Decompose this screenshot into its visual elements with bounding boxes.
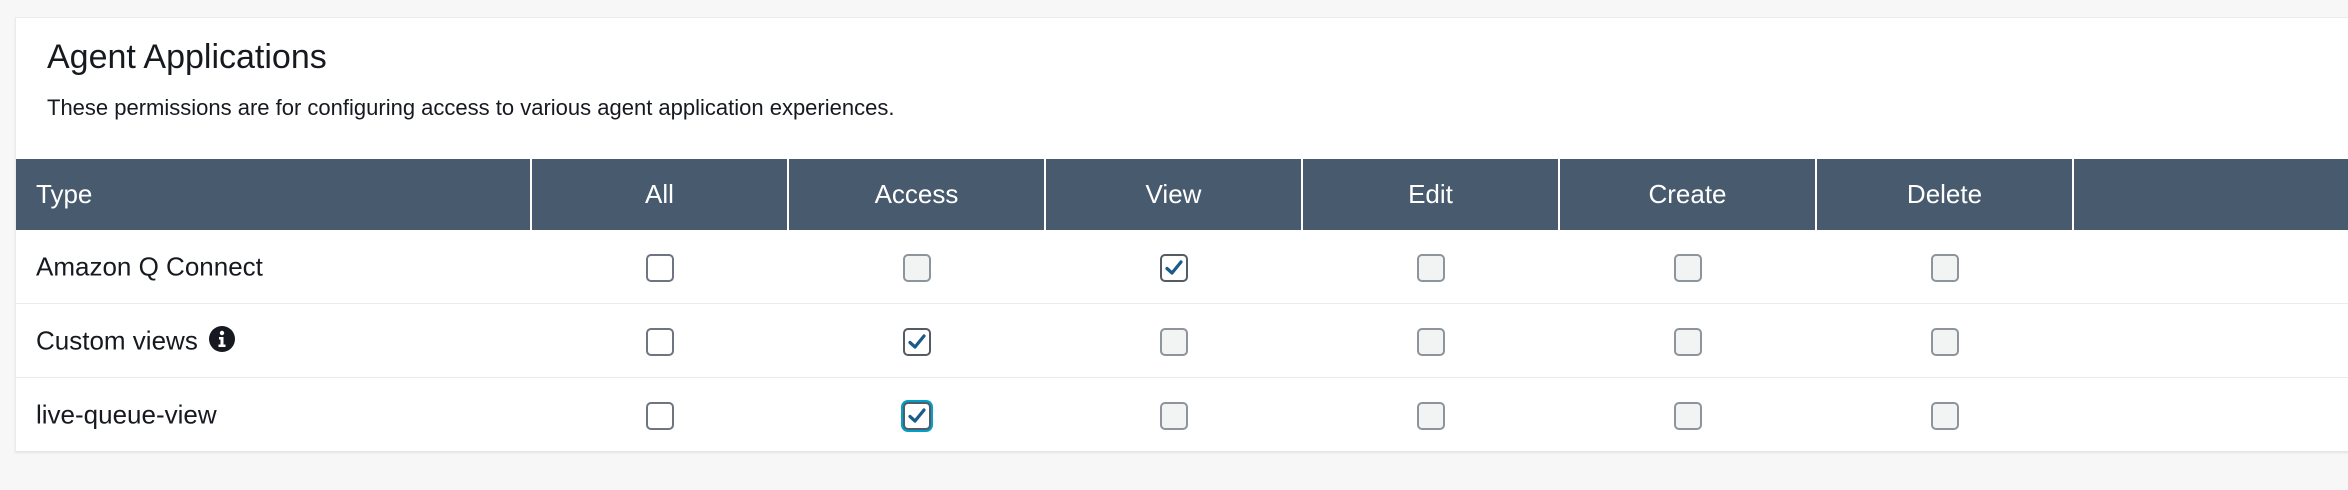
checkbox-delete[interactable] — [1930, 254, 1959, 283]
column-header-view: View — [1045, 159, 1303, 230]
permission-cell-all — [531, 230, 788, 304]
checkbox-edit[interactable] — [1416, 254, 1445, 283]
table-header-row: Type All Access View Edit Create Delete — [16, 159, 2348, 230]
checkbox-delete[interactable] — [1930, 402, 1959, 431]
permission-cell-all — [531, 378, 788, 452]
checkbox-access[interactable] — [902, 254, 931, 283]
agent-applications-panel: Agent Applications These permissions are… — [15, 17, 2348, 451]
checkmark-icon — [907, 408, 926, 423]
permission-cell-access — [788, 303, 1045, 378]
checkbox-all[interactable] — [645, 402, 674, 431]
checkbox-view[interactable] — [1159, 402, 1188, 431]
row-spacer-cell — [2073, 378, 2348, 452]
row-label: live-queue-view — [36, 399, 217, 430]
section-title: Agent Applications — [47, 38, 327, 76]
permission-cell-all — [531, 303, 788, 378]
column-header-all: All — [531, 159, 789, 230]
row-type-cell: Custom views — [16, 303, 531, 378]
row-type-cell: Amazon Q Connect — [16, 230, 531, 304]
permission-cell-delete — [1816, 230, 2073, 304]
column-header-delete: Delete — [1816, 159, 2074, 230]
permission-cell-view — [1045, 230, 1302, 304]
table-row: Custom views — [16, 303, 2348, 378]
permission-cell-edit — [1302, 303, 1559, 378]
checkbox-edit[interactable] — [1416, 328, 1445, 357]
table-row: Amazon Q Connect — [16, 230, 2348, 304]
permission-cell-create — [1559, 303, 1816, 378]
permission-cell-access — [788, 378, 1045, 452]
checkmark-icon — [907, 334, 926, 349]
column-header-spacer — [2073, 159, 2348, 230]
row-spacer-cell — [2073, 230, 2348, 304]
column-header-type: Type — [16, 159, 532, 230]
checkbox-access[interactable] — [902, 402, 931, 431]
checkbox-edit[interactable] — [1416, 402, 1445, 431]
permission-cell-view — [1045, 378, 1302, 452]
permission-cell-edit — [1302, 230, 1559, 304]
checkmark-icon — [1164, 260, 1183, 275]
column-header-access: Access — [788, 159, 1046, 230]
permission-cell-access — [788, 230, 1045, 304]
permission-cell-create — [1559, 230, 1816, 304]
permission-cell-edit — [1302, 378, 1559, 452]
checkbox-delete[interactable] — [1930, 328, 1959, 357]
checkbox-all[interactable] — [645, 328, 674, 357]
permission-cell-delete — [1816, 303, 2073, 378]
permission-cell-create — [1559, 378, 1816, 452]
checkbox-create[interactable] — [1673, 402, 1702, 431]
row-spacer-cell — [2073, 303, 2348, 378]
column-header-edit: Edit — [1302, 159, 1560, 230]
table-row: live-queue-view — [16, 378, 2348, 452]
row-label: Amazon Q Connect — [36, 251, 263, 282]
section-description: These permissions are for configuring ac… — [47, 95, 895, 120]
checkbox-create[interactable] — [1673, 328, 1702, 357]
permission-cell-view — [1045, 303, 1302, 378]
permissions-table: Type All Access View Edit Create Delete … — [16, 159, 2348, 451]
info-icon[interactable] — [208, 325, 236, 353]
checkbox-create[interactable] — [1673, 254, 1702, 283]
checkbox-access[interactable] — [902, 328, 931, 357]
column-header-create: Create — [1559, 159, 1817, 230]
row-type-cell: live-queue-view — [16, 378, 531, 452]
checkbox-view[interactable] — [1159, 254, 1188, 283]
permission-cell-delete — [1816, 378, 2073, 452]
row-label: Custom views — [36, 325, 198, 356]
checkbox-all[interactable] — [645, 254, 674, 283]
checkbox-view[interactable] — [1159, 328, 1188, 357]
